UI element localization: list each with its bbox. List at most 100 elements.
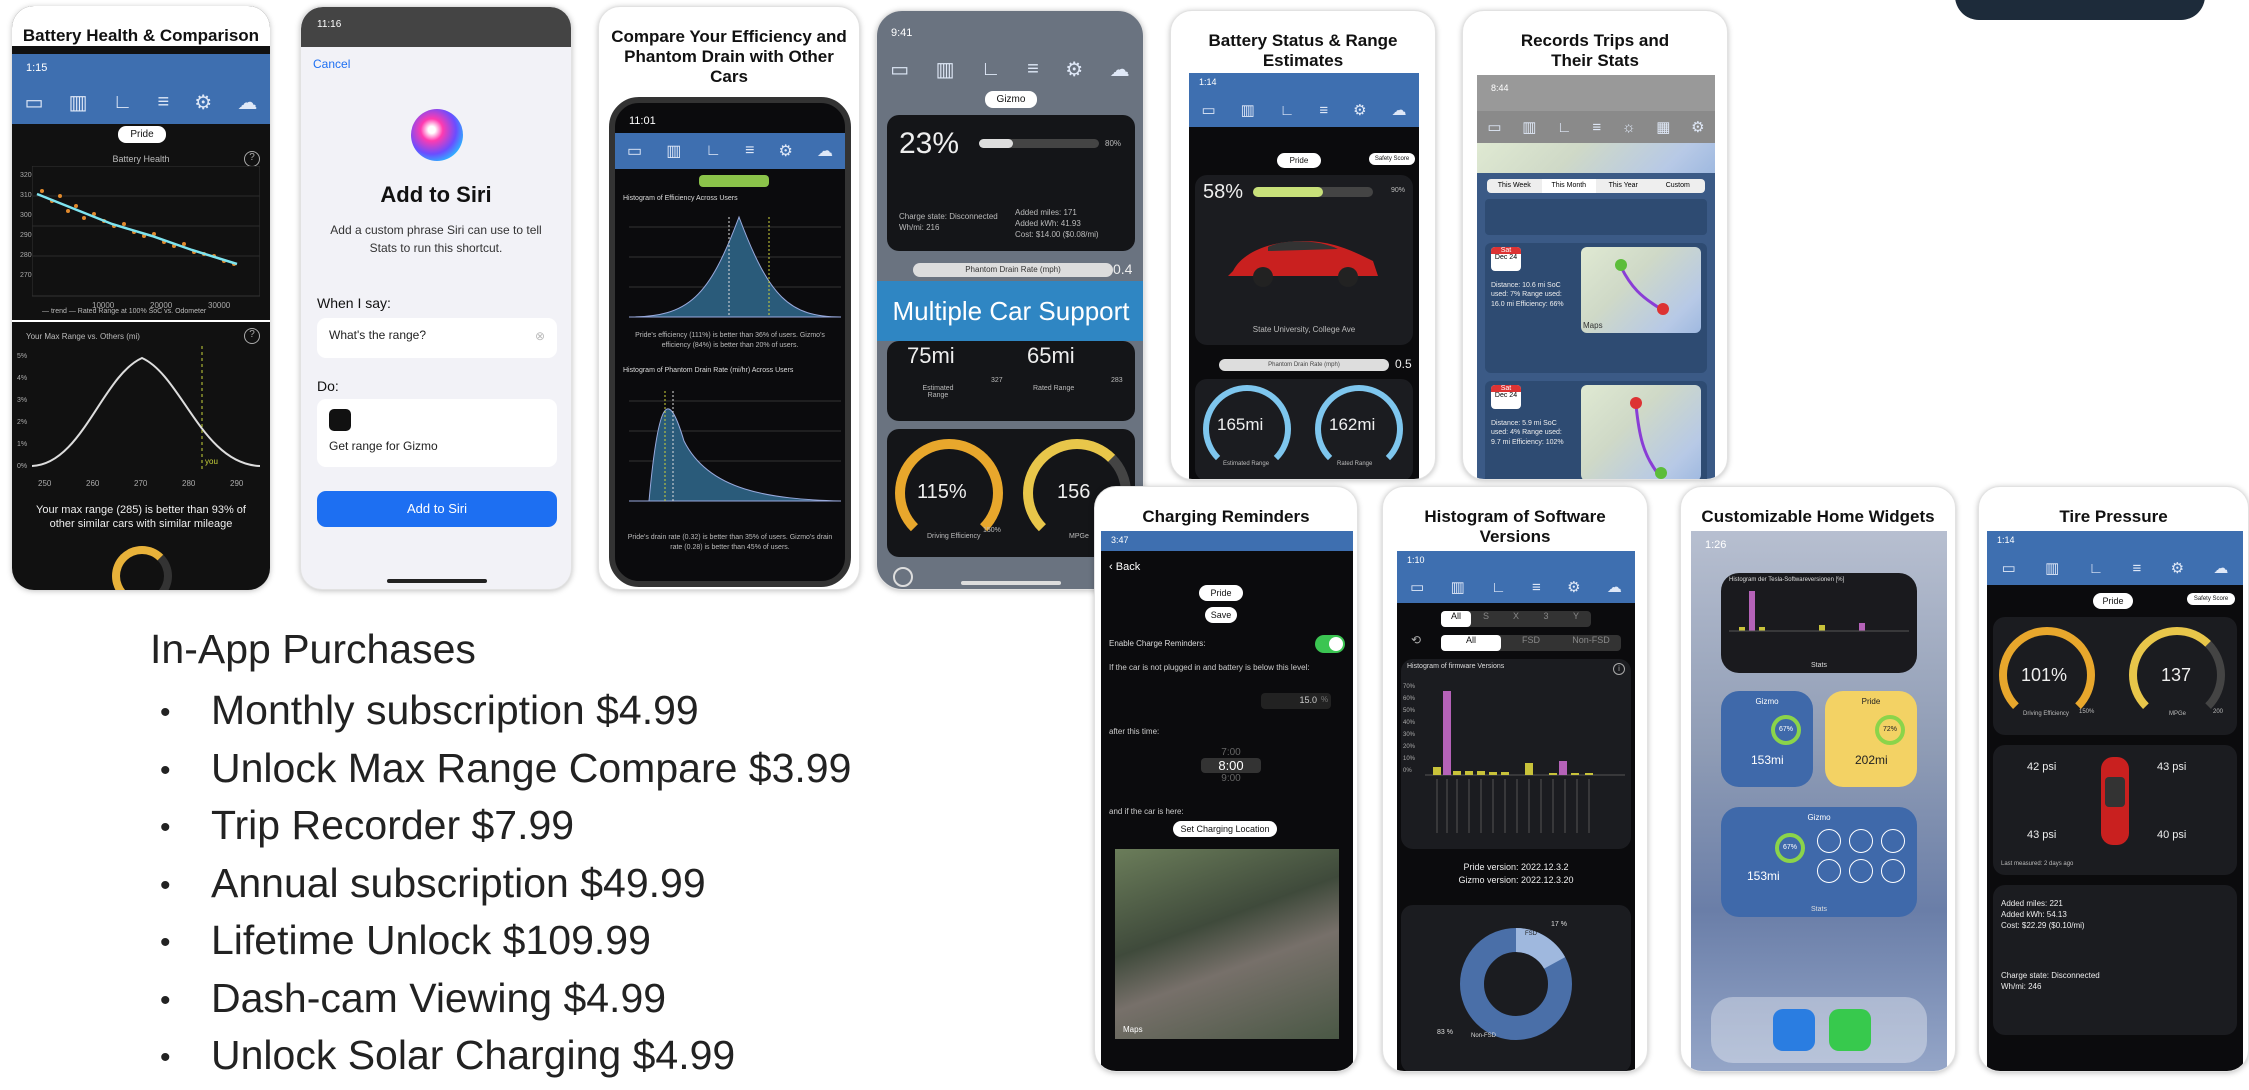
caption-efficiency: Compare Your Efficiency and Phantom Drai… [611,27,847,87]
seg-3[interactable]: 3 [1531,611,1561,627]
cloud-icon[interactable]: ☁ [817,141,833,161]
line-chart-icon[interactable]: ∟ [2089,560,2104,577]
history-icon[interactable]: ⟲ [1411,633,1421,647]
seg-fsd[interactable]: FSD [1501,635,1561,651]
line-chart-icon[interactable]: ∟ [1557,119,1572,136]
time-label: after this time: [1109,727,1160,736]
gear-icon[interactable]: ⚙ [1567,578,1580,596]
safety-score-button[interactable]: Safety Score [1369,153,1415,165]
trip-map[interactable] [1581,385,1701,479]
battery-icon[interactable]: ▭ [1410,578,1424,596]
seg-all[interactable]: All [1441,611,1471,627]
sliders-icon[interactable]: ≡ [157,91,169,114]
trip-row[interactable]: Sat Dec 24 Distance: 10.6 mi SoC used: 7%… [1485,243,1707,373]
unlock-icon[interactable] [1849,859,1873,883]
battery-icon[interactable]: ▭ [25,90,44,115]
help-icon[interactable]: ? [244,151,260,167]
car-selector[interactable] [699,175,769,187]
battery-icon[interactable]: ▭ [890,57,909,82]
back-button[interactable]: ‹ Back [1109,561,1140,573]
trip-row[interactable]: Sat Dec 24 Distance: 5.9 mi SoC used: 4% … [1485,381,1707,479]
gear-icon[interactable]: ⚙ [1691,118,1704,136]
sliders-icon[interactable]: ≡ [1319,102,1328,119]
seg-s[interactable]: S [1471,611,1501,627]
gizmo-widget[interactable]: Gizmo 67% 153mi [1721,691,1813,787]
seg-all-fsd[interactable]: All [1441,635,1501,651]
line-chart-icon[interactable]: ∟ [705,142,721,160]
tab-this-week[interactable]: This Week [1487,179,1542,193]
bar-chart-icon[interactable]: ▥ [1241,101,1255,119]
car-selector[interactable]: Pride [1199,585,1243,601]
gear-icon[interactable]: ⚙ [779,141,793,161]
cloud-icon[interactable]: ☁ [237,90,257,115]
histogram-widget[interactable]: Histogram der Tesla-Softwareversionen [%… [1721,573,1917,673]
car-selector[interactable]: Pride [2093,593,2133,609]
lock-icon[interactable] [1817,829,1841,853]
car-selector[interactable]: Gizmo [985,91,1037,108]
help-icon[interactable]: ? [244,328,260,344]
sliders-icon[interactable]: ≡ [1592,119,1601,136]
refresh-icon[interactable] [893,567,913,587]
seg-x[interactable]: X [1501,611,1531,627]
drain-bar: Phantom Drain Rate (mph) [1219,359,1389,371]
climate-icon[interactable] [1817,859,1841,883]
gear-icon[interactable]: ⚙ [1353,101,1366,119]
battery-icon[interactable]: ▭ [2002,559,2016,577]
line-chart-icon[interactable]: ∟ [1491,579,1506,596]
messages-icon[interactable] [1829,1009,1871,1051]
sliders-icon[interactable]: ≡ [1027,58,1039,81]
bar-chart-icon[interactable]: ▥ [936,57,955,82]
line-chart-icon[interactable]: ∟ [981,58,1001,81]
time-picker[interactable]: 7:00 8:00 9:00 [1201,747,1261,784]
cloud-icon[interactable]: ☁ [1110,57,1130,82]
caption-charging: Charging Reminders [1142,507,1310,526]
set-location-button[interactable]: Set Charging Location [1173,821,1277,837]
bar-chart-icon[interactable]: ▥ [2045,559,2059,577]
sliders-icon[interactable]: ≡ [2133,560,2142,577]
car-selector[interactable]: Pride [1277,153,1321,168]
phrase-field[interactable]: What's the range? ⊗ [317,318,557,358]
car-selector[interactable]: Pride [118,126,166,143]
pride-widget[interactable]: Pride 72% 202mi [1825,691,1917,787]
tab-custom[interactable]: Custom [1651,179,1706,193]
sliders-icon[interactable]: ≡ [1532,579,1541,596]
map-icon[interactable]: ▦ [1656,118,1670,136]
tab-this-month[interactable]: This Month [1541,179,1596,193]
safety-score-button[interactable]: Safety Score [2187,593,2235,605]
seg-y[interactable]: Y [1561,611,1591,627]
bar-chart-icon[interactable]: ▥ [1522,118,1536,136]
satellite-map[interactable] [1115,849,1339,1039]
battery-icon[interactable]: ▭ [627,141,642,161]
bar-chart-icon[interactable]: ▥ [666,141,681,161]
line-chart-icon[interactable]: ∟ [1280,102,1295,119]
fan-icon[interactable] [1849,829,1873,853]
cloud-icon[interactable]: ☁ [2213,559,2228,577]
battery-icon[interactable]: ▭ [1201,101,1215,119]
sun-icon[interactable]: ☼ [1622,119,1636,136]
gear-icon[interactable]: ⚙ [194,90,212,115]
gizmo-large-widget[interactable]: Gizmo 67% 153mi Stats [1721,807,1917,917]
cloud-icon[interactable]: ☁ [1392,101,1407,119]
clear-icon[interactable]: ⊗ [535,329,545,343]
frunk-icon[interactable] [1881,859,1905,883]
safari-icon[interactable] [1773,1009,1815,1051]
trunk-icon[interactable] [1881,829,1905,853]
save-button[interactable]: Save [1205,607,1237,623]
tab-this-year[interactable]: This Year [1596,179,1651,193]
phone-screen: 1:14 ▭ ▥ ∟ ≡ ⚙ ☁ Pride Safety Score 101% Driv… [1987,531,2243,1071]
bar-chart-icon[interactable]: ▥ [1451,578,1465,596]
action-card[interactable]: Get range for Gizmo [317,399,557,467]
cloud-icon[interactable]: ☁ [1607,578,1622,596]
seg-non-fsd[interactable]: Non-FSD [1561,635,1621,651]
cancel-button[interactable]: Cancel [313,57,350,71]
bar-chart-icon[interactable]: ▥ [69,90,88,115]
enable-toggle[interactable] [1315,635,1345,653]
sliders-icon[interactable]: ≡ [745,142,754,160]
info-icon[interactable]: i [1613,663,1625,675]
line-chart-icon[interactable]: ∟ [113,91,133,114]
trip-summary[interactable] [1485,199,1707,235]
battery-icon[interactable]: ▭ [1487,118,1501,136]
add-to-siri-button[interactable]: Add to Siri [317,491,557,527]
gear-icon[interactable]: ⚙ [1065,57,1083,82]
gear-icon[interactable]: ⚙ [2171,559,2184,577]
